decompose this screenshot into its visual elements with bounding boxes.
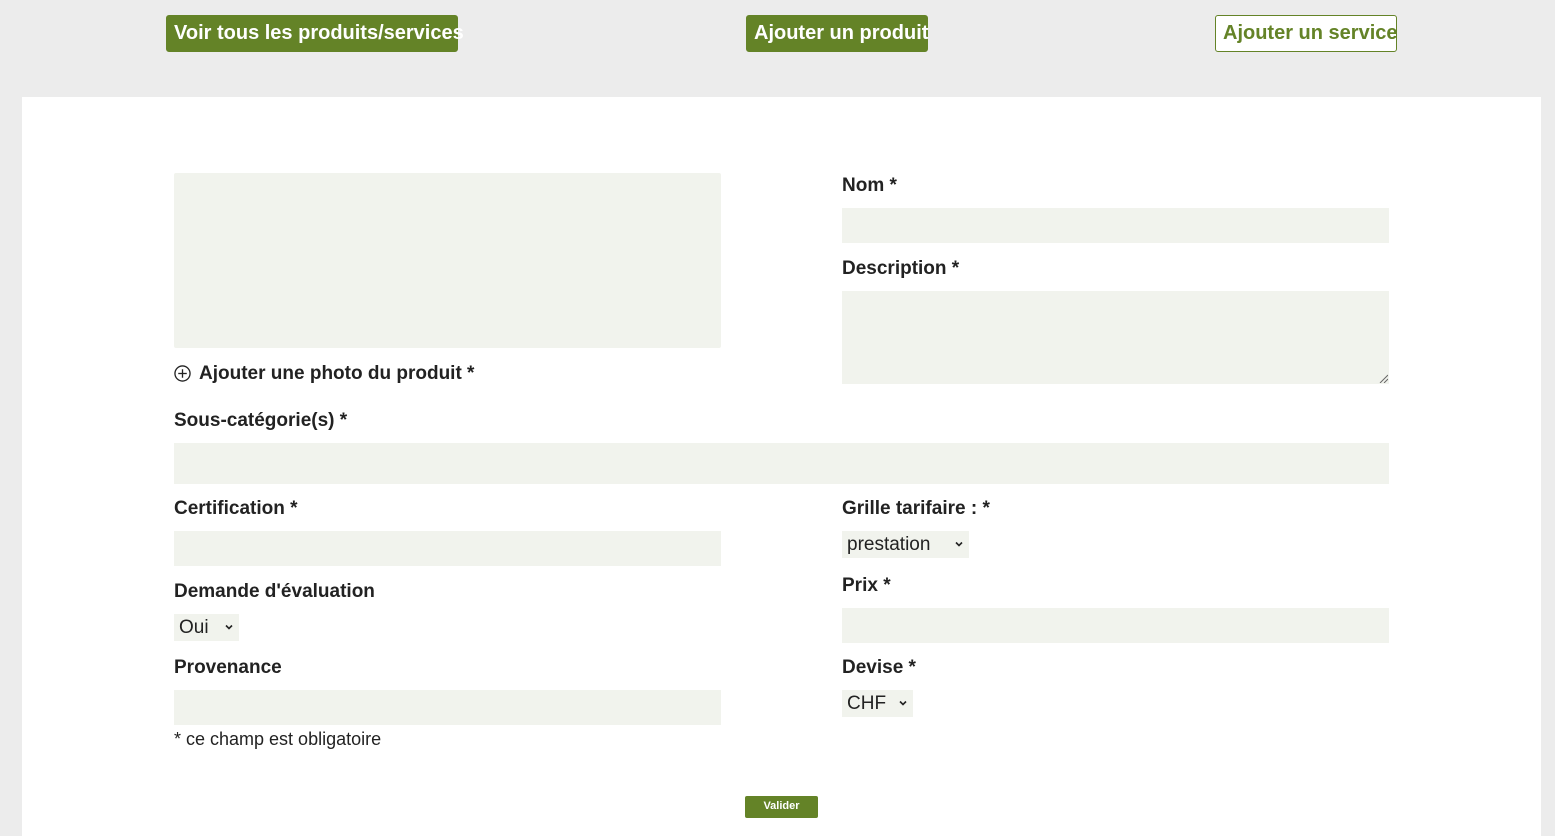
name-label: Nom * xyxy=(842,175,897,196)
add-photo-link[interactable]: Ajouter une photo du produit * xyxy=(174,363,504,387)
description-label: Description * xyxy=(842,258,960,279)
currency-select[interactable]: CHF xyxy=(842,690,913,717)
evaluation-selected-value: Oui xyxy=(179,617,209,638)
chevron-down-icon xyxy=(899,700,907,706)
name-field[interactable] xyxy=(842,208,1389,243)
provenance-label: Provenance xyxy=(174,657,282,678)
subcategories-field[interactable] xyxy=(174,443,1389,484)
add-service-button[interactable]: Ajouter un service xyxy=(1215,15,1398,52)
evaluation-select[interactable]: Oui xyxy=(174,614,239,641)
view-all-products-services-button[interactable]: Voir tous les produits/services xyxy=(166,15,464,52)
subcategories-label: Sous-catégorie(s) * xyxy=(174,410,348,431)
price-field[interactable] xyxy=(842,608,1389,643)
product-photo-preview[interactable] xyxy=(174,173,721,348)
certification-field[interactable] xyxy=(174,531,721,566)
required-field-note: * ce champ est obligatoire xyxy=(174,729,382,749)
plus-circle-icon xyxy=(174,365,191,382)
price-label: Prix * xyxy=(842,575,891,596)
pricing-grid-selected-value: prestation xyxy=(847,534,931,555)
certification-label: Certification * xyxy=(174,498,298,519)
chevron-down-icon xyxy=(225,624,233,630)
currency-selected-value: CHF xyxy=(847,693,887,714)
add-photo-label: Ajouter une photo du produit * xyxy=(199,363,475,384)
evaluation-label: Demande d'évaluation xyxy=(174,581,375,602)
add-product-button[interactable]: Ajouter un produit xyxy=(746,15,928,52)
product-form-card: Ajouter une photo du produit * Nom * Des… xyxy=(22,97,1541,836)
description-textarea[interactable] xyxy=(842,291,1389,384)
provenance-field[interactable] xyxy=(174,690,721,725)
submit-button[interactable]: Valider xyxy=(745,796,818,818)
top-navigation: Voir tous les produits/services Ajouter … xyxy=(0,0,1555,97)
pricing-grid-label: Grille tarifaire : * xyxy=(842,498,990,519)
pricing-grid-select[interactable]: prestation xyxy=(842,531,969,558)
chevron-down-icon xyxy=(955,541,963,547)
resize-grip-icon[interactable] xyxy=(1378,373,1388,383)
currency-label: Devise * xyxy=(842,657,916,678)
